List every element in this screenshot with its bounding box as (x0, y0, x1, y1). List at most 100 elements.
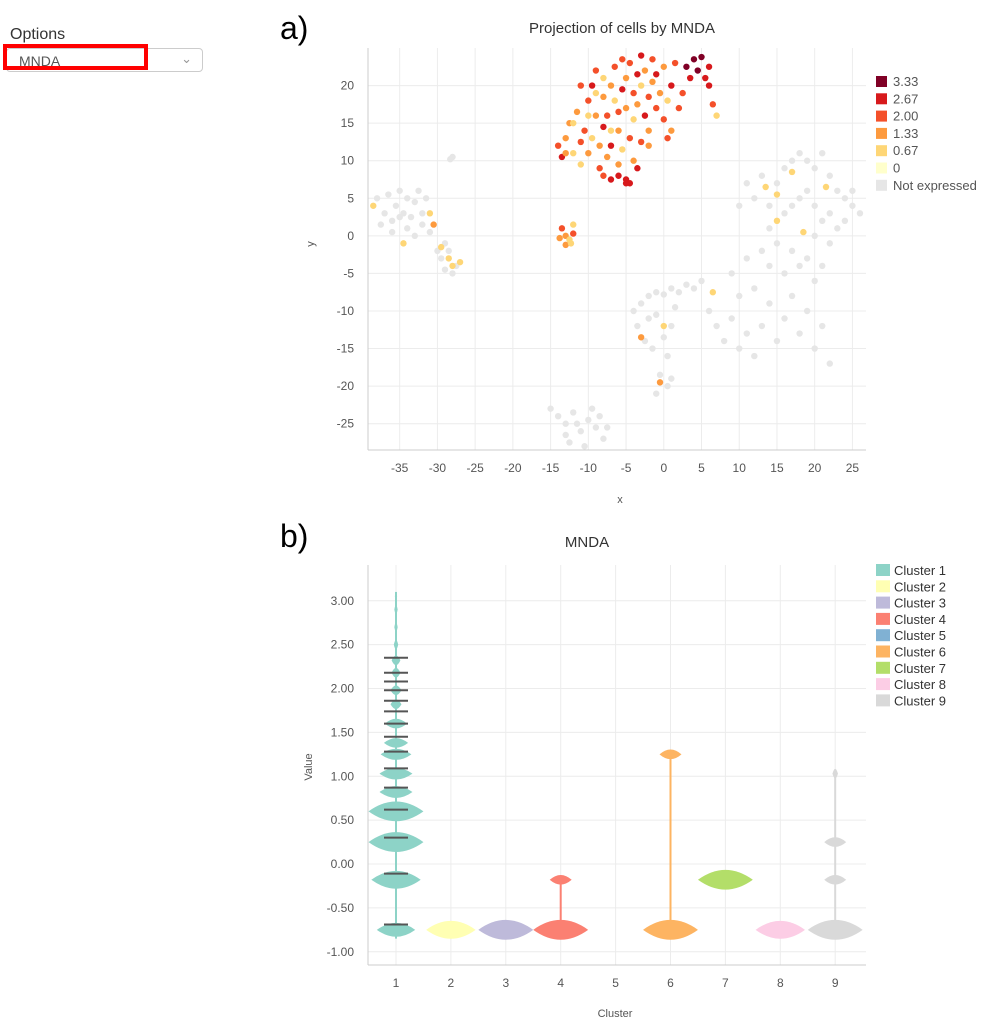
scatter-point-expressed (611, 97, 618, 104)
x-tick-label: 1 (393, 976, 400, 990)
scatter-point-not-expressed (441, 266, 449, 273)
scatter-point-expressed (637, 82, 645, 89)
scatter-point-not-expressed (811, 277, 818, 285)
scatter-point-not-expressed (743, 255, 750, 262)
x-tick-label: -25 (466, 461, 484, 475)
scatter-point-not-expressed (751, 352, 758, 360)
scatter-point-not-expressed (781, 315, 788, 322)
legend-swatch (876, 76, 887, 87)
scatter-point-not-expressed (758, 172, 766, 179)
legend-swatch (876, 596, 890, 609)
x-tick-label: 0 (660, 461, 667, 475)
legend-label: Cluster 4 (894, 612, 946, 627)
x-tick-label: 6 (667, 976, 674, 990)
scatter-point-not-expressed (419, 210, 426, 217)
scatter-point-expressed (637, 52, 645, 59)
x-tick-label: -10 (580, 461, 598, 475)
scatter-point-not-expressed (826, 210, 833, 217)
scatter-point-expressed (607, 142, 615, 149)
legend-swatch (876, 661, 890, 674)
scatter-point-not-expressed (849, 202, 856, 209)
scatter-point-not-expressed (819, 217, 826, 225)
y-tick-label: 0.50 (331, 813, 355, 827)
legend-swatch (876, 580, 890, 593)
scatter-point-not-expressed (675, 289, 683, 296)
legend-label: Not expressed (893, 178, 977, 193)
scatter-point-not-expressed (781, 210, 788, 217)
scatter-point-not-expressed (758, 247, 766, 255)
scatter-point-not-expressed (766, 300, 773, 307)
violin-shape (824, 837, 847, 847)
scatter-point-expressed (656, 89, 664, 97)
y-tick-label: 5 (347, 191, 354, 205)
violin-shape (832, 768, 838, 779)
scatter-point-expressed (562, 149, 569, 157)
x-tick-label: 10 (733, 461, 747, 475)
scatter-point-not-expressed (796, 330, 803, 337)
scatter-point-not-expressed (449, 270, 456, 277)
scatter-point-expressed (588, 82, 596, 89)
scatter-point-not-expressed (656, 371, 664, 379)
scatter-point-not-expressed (766, 225, 773, 232)
scatter-point-not-expressed (422, 195, 430, 202)
scatter-point-expressed (585, 97, 592, 104)
scatter-point-expressed (637, 334, 645, 341)
y-tick-label: -5 (343, 266, 354, 280)
scatter-point-expressed (630, 89, 637, 97)
scatter-point-not-expressed (736, 345, 743, 352)
scatter-point-not-expressed (849, 187, 856, 194)
violin-shape (380, 748, 412, 760)
violin-shape (426, 920, 476, 939)
scatter-point-not-expressed (388, 217, 396, 225)
violin-shape (394, 622, 398, 632)
scatter-point-expressed (645, 93, 652, 101)
scatter-point-expressed (709, 101, 717, 108)
scatter-point-not-expressed (668, 375, 675, 382)
scatter-point-expressed (671, 59, 679, 67)
scatter-point-not-expressed (826, 240, 833, 247)
scatter-point-expressed (645, 127, 652, 134)
y-axis-label: Value (303, 753, 315, 780)
scatter-point-expressed (698, 53, 705, 61)
scatter-point-expressed (690, 56, 698, 63)
scatter-point-not-expressed (547, 405, 554, 412)
scatter-point-expressed (622, 74, 630, 82)
scatter-point-not-expressed (841, 195, 849, 202)
scatter-point-expressed (556, 234, 563, 242)
scatter-point-not-expressed (592, 424, 600, 431)
scatter-point-expressed (615, 108, 622, 116)
scatter-point-not-expressed (811, 202, 818, 209)
scatter-point-expressed (592, 89, 600, 97)
scatter-point-expressed (634, 71, 641, 78)
scatter-point-expressed (603, 153, 611, 161)
scatter-point-not-expressed (581, 443, 588, 450)
scatter-point-not-expressed (664, 382, 671, 390)
legend-swatch (876, 127, 887, 139)
scatter-point-expressed (607, 82, 615, 89)
x-tick-label: 5 (698, 461, 705, 475)
legend-label: Cluster 1 (894, 563, 946, 578)
legend-swatch (876, 93, 887, 105)
scatter-point-not-expressed (566, 439, 573, 446)
scatter-point-not-expressed (705, 307, 713, 315)
scatter-point-not-expressed (811, 345, 818, 352)
scatter-point-not-expressed (415, 187, 422, 194)
scatter-point-not-expressed (600, 435, 607, 442)
scatter-point-expressed (660, 63, 667, 70)
legend-label: 3.33 (893, 74, 918, 89)
scatter-point-expressed (822, 183, 830, 191)
scatter-point-not-expressed (562, 431, 569, 439)
violin-shape (807, 919, 863, 940)
legend-swatch (876, 629, 890, 642)
scatter-point-expressed (596, 142, 603, 149)
violin-shape (383, 738, 409, 748)
scatter-point-not-expressed (573, 420, 581, 427)
scatter-point-not-expressed (841, 217, 849, 225)
scatter-point-expressed (626, 180, 634, 187)
scatter-point-expressed (637, 138, 645, 146)
legend-label: Cluster 8 (894, 677, 946, 692)
scatter-point-not-expressed (385, 191, 392, 198)
chart-title: Projection of cells by MNDA (529, 20, 715, 37)
scatter-point-not-expressed (373, 195, 381, 202)
x-tick-label: 25 (846, 461, 860, 475)
